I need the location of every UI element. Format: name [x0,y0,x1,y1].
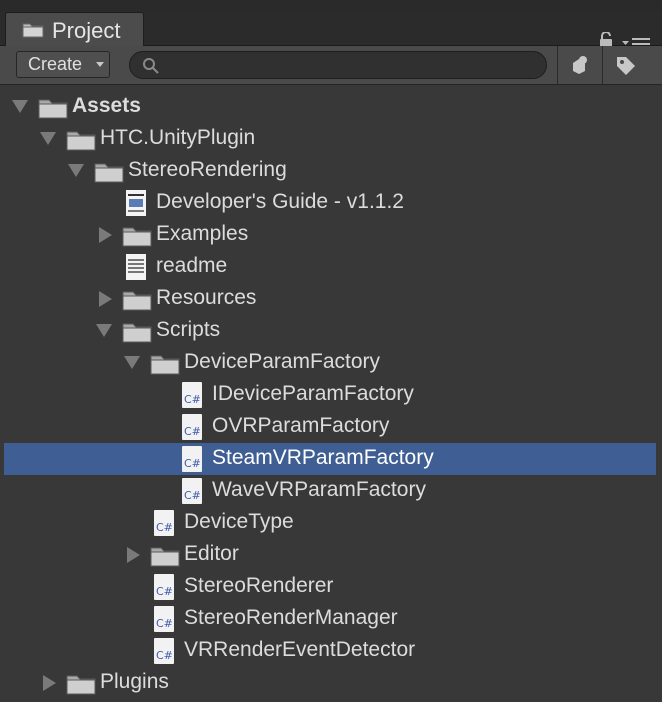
expand-arrow-icon[interactable] [12,100,28,113]
csharp-script-icon: C# [182,414,202,440]
folder-icon [94,163,124,183]
tree-item-label: HTC.UnityPlugin [100,126,256,149]
tree-item-ideviceparamfactory[interactable]: C# IDeviceParamFactory [0,379,662,411]
folder-icon [122,227,152,247]
collapse-arrow-icon[interactable] [43,675,56,691]
filter-by-type-button[interactable] [557,46,601,84]
tree-item-steamvrparamfactory[interactable]: C# SteamVRParamFactory [4,443,656,475]
pdf-document-icon [126,190,146,216]
project-tree: Assets HTC.UnityPlugin StereoRendering D… [0,85,662,702]
tree-item-vrrendereventdetector[interactable]: C# VRRenderEventDetector [0,635,662,667]
collapse-arrow-icon[interactable] [127,547,140,563]
tree-item-readme[interactable]: readme [0,251,662,283]
tree-item-scripts[interactable]: Scripts [0,315,662,347]
tree-item-devicetype[interactable]: C# DeviceType [0,507,662,539]
tab-project[interactable]: Project [5,12,144,46]
folder-icon [150,355,180,375]
folder-icon [122,291,152,311]
csharp-badge: C# [156,521,173,534]
chevron-down-icon [96,62,104,67]
tree-item-ovrparamfactory[interactable]: C# OVRParamFactory [0,411,662,443]
tree-item-label: Assets [72,94,141,117]
tree-item-label: Examples [156,222,249,245]
tree-item-plugins[interactable]: Plugins [0,667,662,699]
csharp-script-icon: C# [182,478,202,504]
tree-item-label: StereoRenderManager [184,606,398,629]
tree-item-wavevrparamfactory[interactable]: C# WaveVRParamFactory [0,475,662,507]
tree-item-examples[interactable]: Examples [0,219,662,251]
expand-arrow-icon[interactable] [124,356,140,369]
tree-item-label: IDeviceParamFactory [212,382,414,405]
filter-by-label-button[interactable] [602,46,646,84]
tree-item-editor[interactable]: Editor [0,539,662,571]
tree-item-label: StereoRendering [128,158,287,181]
tree-item-label: VRRenderEventDetector [184,638,416,661]
tree-item-assets[interactable]: Assets [0,91,662,123]
csharp-script-icon: C# [154,606,174,632]
csharp-script-icon: C# [154,574,174,600]
csharp-badge: C# [184,489,201,502]
toolbar: Create [0,46,662,85]
tree-item-stereorenderer[interactable]: C# StereoRenderer [0,571,662,603]
csharp-script-icon: C# [182,382,202,408]
tree-item-htc-unityplugin[interactable]: HTC.UnityPlugin [0,123,662,155]
tree-item-stereorendering[interactable]: StereoRendering [0,155,662,187]
csharp-badge: C# [156,649,173,662]
csharp-badge: C# [184,457,201,470]
search-icon [143,58,159,74]
folder-icon [38,99,68,119]
csharp-badge: C# [184,393,201,406]
tree-item-deviceparamfactory[interactable]: DeviceParamFactory [0,347,662,379]
tree-item-label: Editor [184,542,239,565]
tree-item-label: OVRParamFactory [212,414,390,437]
csharp-script-icon: C# [154,638,174,664]
create-label: Create [28,54,83,74]
csharp-badge: C# [156,617,173,630]
tree-item-label: Scripts [156,318,221,341]
search-input[interactable] [129,51,547,79]
tree-item-label: readme [156,254,228,277]
tree-item-developers-guide[interactable]: Developer's Guide - v1.1.2 [0,187,662,219]
tree-item-stereorendermanager[interactable]: C# StereoRenderManager [0,603,662,635]
folder-icon [122,323,152,343]
tag-icon [617,57,635,75]
folder-icon [22,23,44,38]
tree-item-label: WaveVRParamFactory [212,478,426,501]
csharp-badge: C# [184,425,201,438]
tree-item-label: Plugins [100,670,169,693]
tree-item-label: Developer's Guide - v1.1.2 [156,190,404,213]
folder-icon [150,547,180,567]
tree-item-label: SteamVRParamFactory [212,446,434,469]
text-document-icon [126,254,146,280]
csharp-script-icon: C# [182,446,202,472]
folder-icon [66,675,96,695]
tab-label: Project [52,18,121,43]
csharp-script-icon: C# [154,510,174,536]
create-button[interactable]: Create [16,51,110,78]
filter-by-type-icon [573,56,587,74]
tree-item-resources[interactable]: Resources [0,283,662,315]
tree-item-label: Resources [156,286,257,309]
tree-item-label: DeviceType [184,510,294,533]
tree-item-label: DeviceParamFactory [184,350,381,373]
collapse-arrow-icon[interactable] [99,291,112,307]
expand-arrow-icon[interactable] [68,164,84,177]
collapse-arrow-icon[interactable] [99,227,112,243]
tab-bar: Project [0,12,662,50]
window-top-edge [0,0,662,12]
folder-icon [66,131,96,151]
csharp-badge: C# [156,585,173,598]
expand-arrow-icon[interactable] [96,324,112,337]
expand-arrow-icon[interactable] [40,132,56,145]
tree-item-label: StereoRenderer [184,574,334,597]
